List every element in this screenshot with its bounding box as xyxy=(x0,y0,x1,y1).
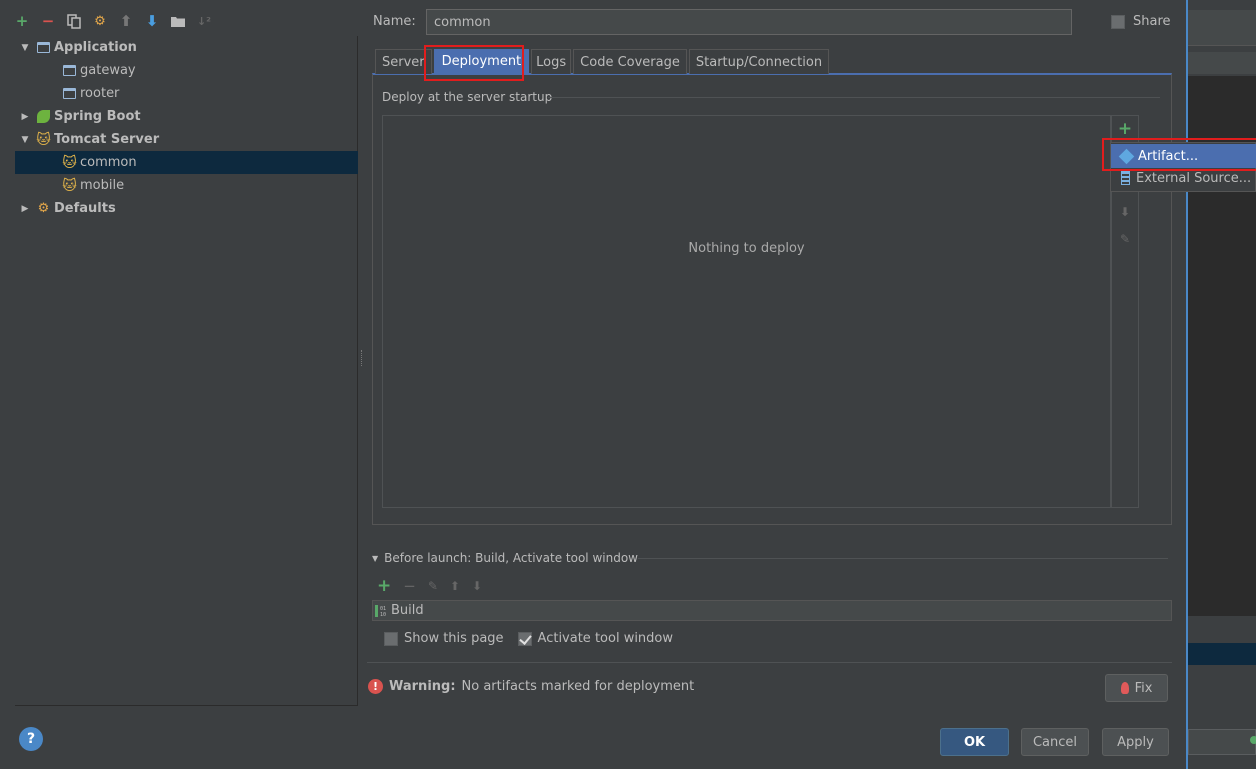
configurations-tree: ▼ Application gateway rooter ▶ Spring Bo… xyxy=(15,36,358,706)
remove-icon[interactable]: − xyxy=(40,13,56,29)
sort-icon[interactable]: ↓² xyxy=(196,13,212,29)
move-down-icon[interactable]: ⬇ xyxy=(1117,203,1133,221)
wrench-icon[interactable]: ⚙ xyxy=(92,13,108,29)
tomcat-icon: 🐱 xyxy=(36,131,51,148)
cancel-button[interactable]: Cancel xyxy=(1021,728,1089,756)
empty-list-message: Nothing to deploy xyxy=(688,241,805,256)
edit-icon[interactable]: ✎ xyxy=(428,579,438,593)
error-icon: ! xyxy=(368,679,383,694)
tab-logs[interactable]: Logs xyxy=(531,49,572,74)
application-icon xyxy=(62,63,77,78)
move-up-icon[interactable]: ⬆ xyxy=(450,579,460,593)
warning-message: ! Warning: No artifacts marked for deplo… xyxy=(368,679,694,694)
tree-node-defaults[interactable]: ▶ ⚙ Defaults xyxy=(15,197,358,220)
tree-node-label: Spring Boot xyxy=(54,109,141,124)
expand-arrow-icon[interactable]: ▶ xyxy=(20,112,30,122)
copy-icon[interactable] xyxy=(66,13,82,29)
tree-node-label: common xyxy=(80,155,137,170)
spring-boot-icon xyxy=(36,109,51,124)
move-down-icon[interactable]: ⬇ xyxy=(472,579,482,593)
expand-arrow-icon[interactable]: ▶ xyxy=(20,204,30,214)
remove-icon[interactable]: − xyxy=(403,577,416,595)
configurations-toolbar: + − ⚙ ⬆ ⬇ ↓² xyxy=(14,8,212,34)
tab-code-coverage[interactable]: Code Coverage xyxy=(573,49,687,74)
bulb-icon xyxy=(1120,682,1129,694)
move-down-icon[interactable]: ⬇ xyxy=(144,13,160,29)
tree-node-label: rooter xyxy=(80,86,120,101)
before-launch-toggle[interactable]: ▼ Before launch: Build, Activate tool wi… xyxy=(372,551,638,565)
svg-text:10: 10 xyxy=(380,612,386,618)
checkbox-icon[interactable] xyxy=(1111,14,1125,29)
tree-node-mobile[interactable]: 🐱 mobile xyxy=(15,174,358,197)
show-this-page-checkbox[interactable] xyxy=(384,631,398,646)
share-label: Share xyxy=(1133,14,1171,29)
warning-title: Warning: xyxy=(389,679,456,694)
fix-button[interactable]: Fix xyxy=(1105,674,1168,702)
external-source-icon xyxy=(1121,171,1130,185)
before-launch-toolbar: + − ✎ ⬆ ⬇ xyxy=(377,576,482,596)
tree-node-spring-boot[interactable]: ▶ Spring Boot xyxy=(15,105,358,128)
deployment-list[interactable] xyxy=(382,115,1111,508)
move-up-icon[interactable]: ⬆ xyxy=(118,13,134,29)
tomcat-icon: 🐱 xyxy=(62,154,77,171)
tree-node-application[interactable]: ▼ Application xyxy=(15,36,358,59)
task-label: Build xyxy=(391,603,424,618)
show-this-page-label: Show this page xyxy=(404,631,504,646)
splitter-handle[interactable] xyxy=(361,350,364,366)
application-icon xyxy=(62,86,77,101)
tree-node-gateway[interactable]: gateway xyxy=(15,59,358,82)
background-window-selection xyxy=(1188,643,1256,665)
before-launch-title: Before launch: Build, Activate tool wind… xyxy=(384,551,638,565)
edit-icon[interactable]: ✎ xyxy=(1117,230,1133,248)
name-label: Name: xyxy=(373,14,416,29)
wrench-icon: ⚙ xyxy=(37,201,50,216)
section-divider xyxy=(638,558,1168,559)
expand-arrow-icon[interactable]: ▼ xyxy=(20,43,30,53)
tree-node-label: mobile xyxy=(80,178,125,193)
background-window-field xyxy=(1188,10,1256,46)
tab-startup-connection[interactable]: Startup/Connection xyxy=(688,49,830,74)
collapse-arrow-icon: ▼ xyxy=(372,553,379,563)
build-icon: 01 10 xyxy=(375,604,387,618)
deploy-section-title: Deploy at the server startup xyxy=(382,90,553,104)
background-window-input xyxy=(1188,729,1256,755)
folder-icon[interactable] xyxy=(170,13,186,29)
fix-label: Fix xyxy=(1134,680,1153,696)
share-checkbox[interactable]: Share xyxy=(1111,14,1171,29)
tree-node-tomcat-server[interactable]: ▼ 🐱 Tomcat Server xyxy=(15,128,358,151)
highlight-box xyxy=(1102,138,1256,171)
apply-button[interactable]: Apply xyxy=(1102,728,1169,756)
activate-tool-window-checkbox[interactable] xyxy=(517,631,532,646)
name-input[interactable]: common xyxy=(426,9,1072,35)
background-window-bar xyxy=(1188,52,1256,74)
help-icon[interactable]: ? xyxy=(19,727,43,751)
expand-arrow-icon[interactable]: ▼ xyxy=(20,135,30,145)
add-icon[interactable]: + xyxy=(14,13,30,29)
tree-node-label: Application xyxy=(54,40,137,55)
tree-node-label: Tomcat Server xyxy=(54,132,160,147)
add-icon[interactable]: + xyxy=(377,576,391,596)
section-divider xyxy=(367,662,1172,663)
highlight-box xyxy=(424,45,524,81)
warning-text: No artifacts marked for deployment xyxy=(461,679,695,694)
tomcat-icon: 🐱 xyxy=(62,177,77,194)
ok-button[interactable]: OK xyxy=(940,728,1009,756)
status-dot-icon xyxy=(1250,736,1256,744)
tree-node-label: gateway xyxy=(80,63,136,78)
section-divider xyxy=(548,97,1160,98)
launch-options: Show this page Activate tool window xyxy=(384,631,673,646)
tree-node-common[interactable]: 🐱 common xyxy=(15,151,358,174)
activate-tool-window-label: Activate tool window xyxy=(537,631,674,646)
tree-node-rooter[interactable]: rooter xyxy=(15,82,358,105)
tree-node-label: Defaults xyxy=(54,201,116,216)
menu-item-label: External Source... xyxy=(1136,170,1252,186)
add-icon[interactable]: + xyxy=(1117,119,1133,139)
before-launch-task[interactable]: 01 10 Build xyxy=(372,600,1172,621)
application-icon xyxy=(36,40,51,55)
